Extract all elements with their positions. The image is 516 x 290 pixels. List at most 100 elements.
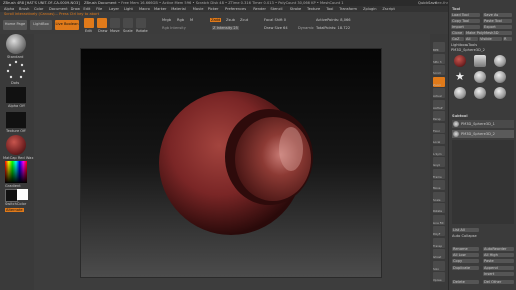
document-canvas[interactable] xyxy=(80,48,382,278)
zadd-button[interactable]: Zadd xyxy=(210,18,222,22)
switch-color-button[interactable]: SwitchColor xyxy=(5,202,26,206)
shelf-line-fill-button[interactable]: Line Fill xyxy=(433,214,445,225)
rgb-button[interactable]: Rgb xyxy=(177,18,184,22)
subtool-row-1[interactable]: PM3D_Sphere3D_1 xyxy=(452,120,514,128)
shelf-spix-3-button[interactable]: SPix 3 xyxy=(433,53,445,64)
current-tool-name[interactable]: PM3D_Sphere3D_2 xyxy=(451,48,485,52)
save-as-button[interactable]: Save As xyxy=(483,13,512,17)
menu-file[interactable]: File xyxy=(96,7,102,11)
shelf-scale-button[interactable]: Scale xyxy=(433,191,445,202)
clone-button[interactable]: Clone xyxy=(451,31,464,35)
auto-reorder-button[interactable]: AutoReorder xyxy=(483,247,514,251)
rotate-button[interactable]: Rotate xyxy=(136,18,148,33)
dots-stroke-icon[interactable] xyxy=(6,60,26,80)
subtool-row-2[interactable]: PM3D_Sphere3D_2 xyxy=(452,130,514,138)
draw-size-slider[interactable]: Draw Size 64 xyxy=(264,26,288,30)
shelf-frame-button[interactable]: Frame xyxy=(433,168,445,179)
duplicate-button[interactable]: Duplicate xyxy=(452,266,479,270)
list-all-button[interactable]: List All xyxy=(452,228,479,232)
zcut-button[interactable]: Zcut xyxy=(240,18,248,22)
dynamic-toggle[interactable]: Dynamic xyxy=(298,26,314,30)
insert-button[interactable]: Insert xyxy=(483,272,514,276)
menu-light[interactable]: Light xyxy=(124,7,133,11)
auto-collapse-button[interactable]: Auto Collapse xyxy=(452,234,477,238)
menu-document[interactable]: Document xyxy=(49,7,68,11)
color-picker[interactable] xyxy=(5,161,27,183)
focal-shift-slider[interactable]: Focal Shift 0 xyxy=(264,18,286,22)
copy-tool-button[interactable]: Copy Tool xyxy=(451,19,480,23)
shelf-polyf-button[interactable]: PolyF xyxy=(433,226,445,236)
menu-zscript[interactable]: Zscript xyxy=(382,7,394,11)
edit-button[interactable]: Edit xyxy=(84,18,94,33)
tool-thumb-pm3d-2-icon[interactable] xyxy=(494,87,506,99)
copy-button[interactable]: Copy xyxy=(452,259,479,263)
menu-draw[interactable]: Draw xyxy=(71,7,80,11)
sculpt-sphere[interactable] xyxy=(81,49,381,277)
goz-button[interactable]: GoZ xyxy=(451,37,464,41)
shelf-local-button[interactable]: Local xyxy=(433,134,445,144)
menu-picker[interactable]: Picker xyxy=(208,7,219,11)
menu-layer[interactable]: Layer xyxy=(109,7,119,11)
menu-macro[interactable]: Macro xyxy=(139,7,150,11)
shelf-bpr-button[interactable]: BPR xyxy=(433,42,445,52)
shelf-aahalf-button[interactable]: AAHalf xyxy=(433,99,445,110)
scale-button[interactable]: Scale xyxy=(123,18,133,33)
shelf-actual-button[interactable]: Actual xyxy=(433,88,445,98)
import-button[interactable]: Import xyxy=(451,25,480,29)
export-button[interactable]: Export xyxy=(483,25,512,29)
tool-thumb-simplebrush-icon[interactable] xyxy=(494,55,506,67)
all-button[interactable]: All xyxy=(465,37,478,41)
tool-thumb-sphere-icon[interactable] xyxy=(454,55,466,67)
lightbox-tools-button[interactable]: Lightbox▸Tools xyxy=(451,43,477,47)
shelf-move-button[interactable]: Move xyxy=(433,180,445,190)
m-button[interactable]: M xyxy=(190,18,193,22)
menu-material[interactable]: Material xyxy=(171,7,186,11)
tool-thumb-sphere3d-1-icon[interactable] xyxy=(454,87,466,99)
append-button[interactable]: Append xyxy=(483,266,514,270)
rgb-intensity-slider[interactable]: Rgb Intensity xyxy=(162,26,186,30)
mrgb-button[interactable]: Mrgb xyxy=(162,18,171,22)
tool-thumb-sphere3d-icon[interactable] xyxy=(474,71,486,83)
tool-thumb-cylinder-icon[interactable] xyxy=(474,55,486,67)
standard-brush-icon[interactable] xyxy=(6,34,26,54)
shelf-ghost-button[interactable]: Ghost xyxy=(433,249,445,259)
menu-texture[interactable]: Texture xyxy=(307,7,320,11)
alpha-off-icon[interactable] xyxy=(6,87,26,103)
z-intensity-slider[interactable]: Z Intensity 25 xyxy=(212,26,239,30)
r-button[interactable]: R xyxy=(503,37,512,41)
material-sphere-icon[interactable] xyxy=(6,135,26,155)
menu-movie[interactable]: Movie xyxy=(193,7,204,11)
texture-off-icon[interactable] xyxy=(6,112,26,128)
visible-button[interactable]: Visible xyxy=(479,37,502,41)
menu-marker[interactable]: Marker xyxy=(154,7,166,11)
paste-tool-button[interactable]: Paste Tool xyxy=(483,19,512,23)
shelf-solo-button[interactable]: Solo xyxy=(433,260,445,271)
menu-alpha[interactable]: Alpha xyxy=(4,7,14,11)
delete-button[interactable]: Delete xyxy=(452,280,479,284)
shelf-gxyz-button[interactable]: Gxyz xyxy=(433,157,445,167)
shelf-floor-button[interactable]: Floor xyxy=(433,122,445,133)
live-boolean-button[interactable]: Live Boolean xyxy=(55,20,79,30)
home-page-button[interactable]: Home Page xyxy=(3,20,27,30)
all-low-button[interactable]: All Low xyxy=(452,253,479,257)
shelf-l-sym-button[interactable]: L.Sym xyxy=(433,145,445,156)
primary-color-swatch[interactable] xyxy=(17,189,28,200)
tool-thumb-star-icon[interactable]: ★ xyxy=(455,71,465,82)
shelf-zoom-button[interactable]: Zoom xyxy=(433,76,445,87)
lightbox-button[interactable]: LightBox xyxy=(30,20,52,30)
menu-preferences[interactable]: Preferences xyxy=(225,7,246,11)
menu-zplugin[interactable]: Zplugin xyxy=(363,7,377,11)
move-button[interactable]: Move xyxy=(110,18,120,33)
menu-edit[interactable]: Edit xyxy=(83,7,90,11)
draw-button[interactable]: Draw xyxy=(97,18,107,33)
shelf-rotate-button[interactable]: Rotate xyxy=(433,203,445,213)
load-tool-button[interactable]: Load Tool xyxy=(451,13,480,17)
shelf-persp-button[interactable]: Persp xyxy=(433,111,445,121)
menu-color[interactable]: Color xyxy=(34,7,43,11)
zsub-button[interactable]: Zsub xyxy=(226,18,235,22)
tool-thumb-ultimate-icon[interactable] xyxy=(474,87,486,99)
menu-stroke[interactable]: Stroke xyxy=(290,7,301,11)
rename-button[interactable]: Rename xyxy=(452,247,479,251)
alternate-button[interactable]: Alternate xyxy=(5,208,24,212)
shelf-xpose-button[interactable]: Xpose xyxy=(433,272,445,282)
